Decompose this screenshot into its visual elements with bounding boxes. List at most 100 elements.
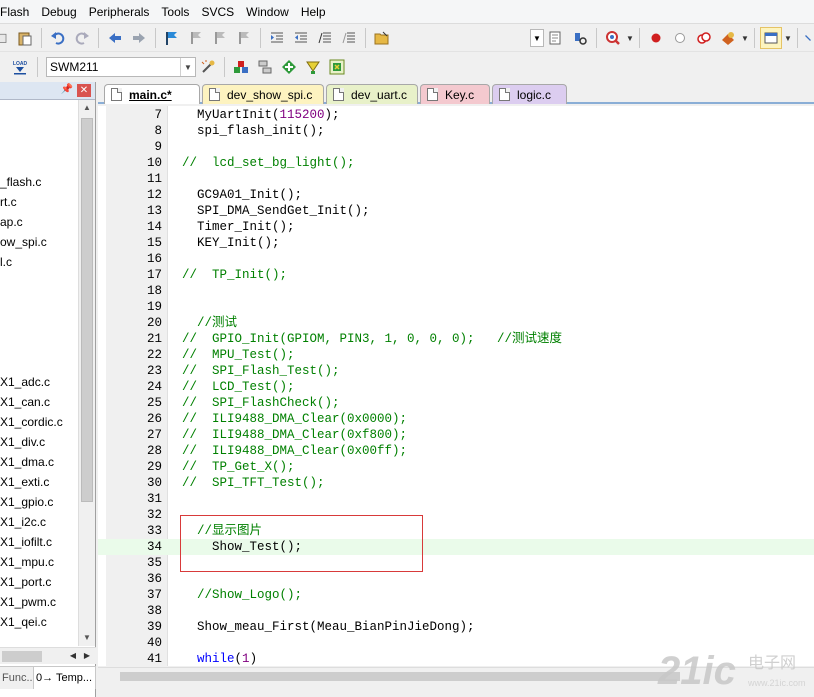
tab-functions[interactable]: Func... <box>0 667 34 689</box>
scrollbar-thumb[interactable] <box>120 672 680 681</box>
project-file-item[interactable]: X1_dma.c <box>0 452 54 472</box>
project-file-item[interactable]: X1_iofilt.c <box>0 532 52 552</box>
incremental-find-icon[interactable] <box>569 27 591 49</box>
project-file-item[interactable]: X1_exti.c <box>0 472 49 492</box>
code-line[interactable]: 29 // TP_Get_X(); <box>98 459 814 475</box>
indent-icon[interactable] <box>266 27 288 49</box>
project-horizontal-scrollbar[interactable]: ◀ ▶ <box>0 647 96 664</box>
project-file-item[interactable]: X1_port.c <box>0 572 51 592</box>
code-line[interactable]: 39 Show_meau_First(Meau_BianPinJieDong); <box>98 619 814 635</box>
scroll-right-icon[interactable]: ▶ <box>80 648 94 664</box>
prev-bookmark-icon[interactable] <box>185 27 207 49</box>
code-line[interactable]: 37 //Show_Logo(); <box>98 587 814 603</box>
code-line[interactable]: 31 <box>98 491 814 507</box>
paste-icon[interactable] <box>14 27 36 49</box>
code-line[interactable]: 25 // SPI_FlashCheck(); <box>98 395 814 411</box>
project-file-item[interactable]: X1_mpu.c <box>0 552 54 572</box>
code-line[interactable]: 19 <box>98 299 814 315</box>
project-file-item[interactable]: X1_pwm.c <box>0 592 56 612</box>
code-line[interactable]: 18 <box>98 283 814 299</box>
chevron-down-icon[interactable]: ▼ <box>783 27 793 49</box>
breakpoint-insert-icon[interactable] <box>645 27 667 49</box>
editor-tab[interactable]: Key.c <box>420 84 490 104</box>
comment-icon[interactable] <box>314 27 336 49</box>
code-line[interactable]: 38 <box>98 603 814 619</box>
next-bookmark-icon[interactable] <box>209 27 231 49</box>
code-line[interactable]: 11 <box>98 171 814 187</box>
project-file-item[interactable]: X1_adc.c <box>0 372 50 392</box>
menu-debug[interactable]: Debug <box>35 0 82 24</box>
chevron-down-icon[interactable]: ▼ <box>625 27 635 49</box>
run-time-environment-icon[interactable] <box>326 56 348 78</box>
project-file-item[interactable]: _flash.c <box>0 172 41 192</box>
code-line[interactable]: 9 <box>98 139 814 155</box>
menu-peripherals[interactable]: Peripherals <box>83 0 156 24</box>
code-line[interactable]: 30 // SPI_TFT_Test(); <box>98 475 814 491</box>
code-line[interactable]: 20 //测试 <box>98 315 814 331</box>
clear-bookmarks-icon[interactable] <box>233 27 255 49</box>
navigate-back-icon[interactable] <box>104 27 126 49</box>
scroll-up-icon[interactable]: ▲ <box>79 100 95 116</box>
code-line[interactable]: 8 spi_flash_init(); <box>98 123 814 139</box>
project-file-item[interactable]: X1_i2c.c <box>0 512 46 532</box>
code-line[interactable]: 36 <box>98 571 814 587</box>
code-line[interactable]: 13 SPI_DMA_SendGet_Init(); <box>98 203 814 219</box>
copy-icon[interactable] <box>0 27 12 49</box>
project-file-item[interactable]: ap.c <box>0 212 23 232</box>
tools-icon[interactable] <box>803 27 813 49</box>
breakpoint-kill-all-icon[interactable] <box>693 27 715 49</box>
project-file-item[interactable]: X1_cordic.c <box>0 412 63 432</box>
menu-window[interactable]: Window <box>240 0 295 24</box>
project-file-item[interactable]: X1_can.c <box>0 392 50 412</box>
menu-tools[interactable]: Tools <box>155 0 195 24</box>
code-line[interactable]: 23 // SPI_Flash_Test(); <box>98 363 814 379</box>
select-software-packs-icon[interactable] <box>302 56 324 78</box>
code-line[interactable]: 21 // GPIO_Init(GPIOM, PIN3, 1, 0, 0, 0);… <box>98 331 814 347</box>
editor-tab[interactable]: main.c* <box>104 84 200 104</box>
project-file-item[interactable]: l.c <box>0 252 12 272</box>
project-vertical-scrollbar[interactable]: ▲ ▼ <box>78 100 95 646</box>
tab-templates[interactable]: 0→ Temp... <box>34 667 96 689</box>
code-line[interactable]: 28 // ILI9488_DMA_Clear(0x00ff); <box>98 443 814 459</box>
navigate-forward-icon[interactable] <box>128 27 150 49</box>
code-line[interactable]: 27 // ILI9488_DMA_Clear(0xf800); <box>98 427 814 443</box>
project-file-item[interactable]: X1_qei.c <box>0 612 47 632</box>
code-line[interactable]: 16 <box>98 251 814 267</box>
window-layout-icon[interactable] <box>760 27 782 49</box>
project-file-item[interactable]: ow_spi.c <box>0 232 47 252</box>
target-select[interactable]: SWM211 ▼ <box>46 57 196 77</box>
code-line[interactable]: 22 // MPU_Test(); <box>98 347 814 363</box>
redo-icon[interactable] <box>71 27 93 49</box>
pack-installer-icon[interactable] <box>278 56 300 78</box>
code-editor[interactable]: 7 MyUartInit(115200); 8 spi_flash_init();… <box>98 106 814 666</box>
project-file-item[interactable]: X1_gpio.c <box>0 492 53 512</box>
code-line[interactable]: 10 // lcd_set_bg_light(); <box>98 155 814 171</box>
uncomment-icon[interactable] <box>338 27 360 49</box>
target-options-icon[interactable] <box>197 56 219 78</box>
code-line[interactable]: 15 KEY_Init(); <box>98 235 814 251</box>
scroll-down-icon[interactable]: ▼ <box>79 630 95 646</box>
unindent-icon[interactable] <box>290 27 312 49</box>
menu-help[interactable]: Help <box>295 0 332 24</box>
code-line[interactable]: 26 // ILI9488_DMA_Clear(0x0000); <box>98 411 814 427</box>
debug-session-icon[interactable] <box>602 27 624 49</box>
menu-flash[interactable]: Flash <box>0 0 35 24</box>
menu-svcs[interactable]: SVCS <box>195 0 240 24</box>
configure-icon[interactable] <box>717 27 739 49</box>
chevron-down-icon[interactable]: ▼ <box>740 27 750 49</box>
find-combo-dropdown[interactable]: ▼ <box>530 29 544 47</box>
editor-tab[interactable]: dev_uart.c <box>326 84 418 104</box>
open-folder-icon[interactable] <box>371 27 393 49</box>
undo-icon[interactable] <box>47 27 69 49</box>
manage-components-icon[interactable] <box>230 56 252 78</box>
project-file-item[interactable]: rt.c <box>0 192 17 212</box>
chevron-down-icon[interactable]: ▼ <box>180 58 195 76</box>
scrollbar-thumb[interactable] <box>81 118 93 502</box>
bookmark-icon[interactable] <box>161 27 183 49</box>
code-line[interactable]: 17 // TP_Init(); <box>98 267 814 283</box>
pin-icon[interactable]: 📌 <box>61 84 73 95</box>
code-line[interactable]: 24 // LCD_Test(); <box>98 379 814 395</box>
editor-tab[interactable]: dev_show_spi.c <box>202 84 324 104</box>
code-line[interactable]: 14 Timer_Init(); <box>98 219 814 235</box>
scroll-left-icon[interactable]: ◀ <box>66 648 80 664</box>
